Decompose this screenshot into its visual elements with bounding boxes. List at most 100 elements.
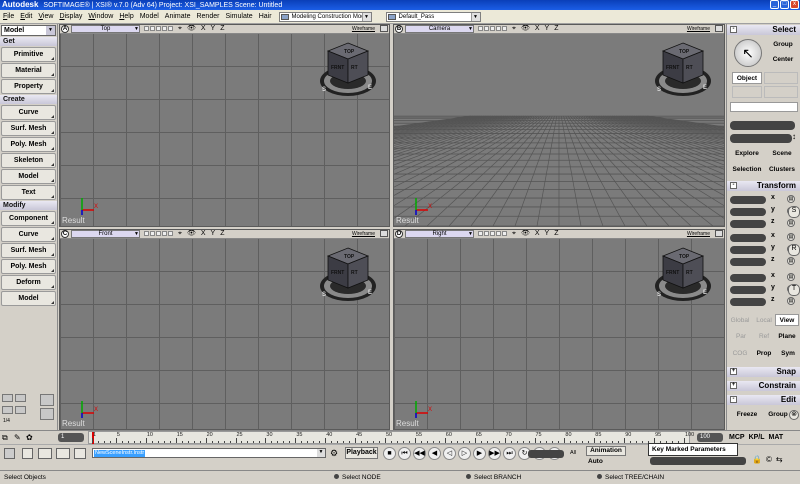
auto-key-button[interactable]: Auto [588,458,603,465]
menu-view[interactable]: View [35,13,56,20]
create-model-button[interactable]: Model [1,169,56,184]
play-backward-icon[interactable]: ◁ [443,447,456,460]
viewport-letter[interactable]: C [61,230,69,238]
modify-poly-mesh-button[interactable]: Poly. Mesh [1,259,56,274]
get-primitive-button[interactable]: Primitive [1,47,56,62]
prev-key-icon[interactable]: ◀◀ [413,447,426,460]
x-axis-toggle[interactable]: X [535,25,540,33]
ref-plane-button[interactable]: Plane [775,331,799,343]
modify-deform-button[interactable]: Deform [1,275,56,290]
clusters-button[interactable]: Clusters [765,164,799,176]
collapse-icon[interactable]: - [730,396,737,403]
module-selector[interactable]: Model ▼ [1,25,56,36]
translate-y-field[interactable] [730,286,766,294]
navigation-cube-icon[interactable]: TOP FRNT RT S E [318,39,378,99]
cog-button[interactable]: COG [730,348,750,360]
z-axis-toggle[interactable]: Z [220,25,224,33]
wrench-icon[interactable]: ⚙ [330,448,338,459]
camera-dropdown[interactable]: Right ▼ [405,230,474,238]
create-surf-mesh-button[interactable]: Surf. Mesh [1,121,56,136]
y-axis-toggle[interactable]: Y [545,25,550,33]
play-forward-icon[interactable]: ▷ [458,447,471,460]
select-center-button[interactable]: Center [767,54,799,66]
ref-local-button[interactable]: Local [753,315,775,327]
camera-icon[interactable]: ⌖ [512,25,516,33]
playback-menu-button[interactable]: Playback [345,447,378,459]
select-empty-slot[interactable] [764,72,798,84]
create-poly-mesh-button[interactable]: Poly. Mesh [1,137,56,152]
menu-animate[interactable]: Animate [162,13,194,20]
x-axis-toggle[interactable]: X [535,230,540,238]
layout-quad-button[interactable] [40,394,54,406]
display-mode-menu[interactable]: Wireframe [352,230,375,238]
select-empty-slot[interactable] [764,86,798,98]
select-arrow-tool-icon[interactable]: ↖ [734,39,762,67]
lock-icon[interactable]: ▤ [787,273,795,281]
stop-icon[interactable]: ■ [383,447,396,460]
viewport-letter[interactable]: D [395,230,403,238]
display-mode-menu[interactable]: Wireframe [352,25,375,33]
selection-filter-field[interactable] [730,121,795,130]
layout-toggle-icon[interactable] [56,448,70,459]
timeline-ruler[interactable]: 1 5 10 15 20 25 30 35 40 45 50 55 60 65 70 75 80 85 90 95 10… [88,431,694,444]
expand-icon[interactable]: + [730,382,737,389]
scale-z-field[interactable] [730,220,766,228]
maximize-button[interactable]: □ [780,0,789,9]
layout-vertical-button[interactable] [15,406,26,414]
layout-1-button[interactable] [2,406,13,414]
y-axis-toggle[interactable]: Y [211,25,216,33]
selection-history-field[interactable] [730,134,792,143]
viewport-c-front[interactable]: C Front ▼ ⌖ 👁 X Y Z Wireframe TOP FRNT RT S E X R… [59,229,390,430]
z-axis-toggle[interactable]: Z [554,230,558,238]
palette-icon[interactable]: ✿ [26,433,36,443]
mat-tab[interactable]: MAT [769,432,784,444]
modify-model-button[interactable]: Model [1,291,56,306]
copy-icon[interactable]: ⧉ [2,433,12,443]
create-skeleton-button[interactable]: Skeleton [1,153,56,168]
viewport-a-top[interactable]: A Top ▼ ⌖ 👁 X Y Z Wireframe TOP FRNT RT S E X Res… [59,24,390,227]
layout-horizontal-button[interactable] [15,394,26,402]
prop-button[interactable]: Prop [753,348,775,360]
x-axis-toggle[interactable]: X [201,230,206,238]
selection-button[interactable]: Selection [730,164,764,176]
rotate-x-field[interactable] [730,234,766,242]
ref-par-button[interactable]: Par [731,331,751,343]
scene-button[interactable]: Scene [765,148,799,160]
rotate-tool-button[interactable]: R [788,244,800,256]
viewport-b-camera[interactable]: B Camera ▼ ⌖ 👁 X Y Z Wireframe TOP FRNT RT S E X … [393,24,725,227]
layout-3-button[interactable] [40,408,54,420]
current-frame-field[interactable] [528,450,564,458]
create-curve-button[interactable]: Curve [1,105,56,120]
get-property-button[interactable]: Property [1,79,56,94]
group-button[interactable]: Group [765,409,791,421]
render-pass-dropdown[interactable]: Default_Pass ▼ [385,11,481,22]
next-key-icon[interactable]: ▶▶ [488,447,501,460]
z-axis-toggle[interactable]: Z [220,230,224,238]
select-panel-header[interactable]: - Select [727,25,800,35]
layout-toggle-icon[interactable] [74,448,86,459]
rotate-z-field[interactable] [730,258,766,266]
constrain-panel-header[interactable]: + Constrain [727,381,800,391]
animation-menu-button[interactable]: Animation [586,446,626,456]
lock-icon[interactable]: ▤ [787,219,795,227]
eye-icon[interactable]: 👁 [521,230,530,238]
eye-icon[interactable]: 👁 [187,230,196,238]
translate-x-field[interactable] [730,274,766,282]
menu-file[interactable]: File [0,13,17,20]
viewport-menu-icon[interactable] [380,230,388,237]
y-axis-toggle[interactable]: Y [211,230,216,238]
copyright-icon[interactable]: © [766,455,772,464]
visibility-checkboxes[interactable] [144,26,173,31]
menu-window[interactable]: Window [85,13,116,20]
viewport-menu-icon[interactable] [380,25,388,32]
select-empty-slot[interactable] [732,86,762,98]
display-mode-menu[interactable]: Wireframe [687,25,710,33]
preset-dropdown[interactable]: NewSceneInstr.Instr ▼ [92,448,326,458]
explore-button[interactable]: Explore [730,148,764,160]
edit-panel-header[interactable]: - Edit [727,395,800,405]
viewport-d-right[interactable]: D Right ▼ ⌖ 👁 X Y Z Wireframe TOP FRNT RT S E X R… [393,229,725,430]
modify-component-button[interactable]: Component [1,211,56,226]
select-object-button[interactable]: Object [732,72,762,84]
rotate-y-field[interactable] [730,246,766,254]
ref-view-button[interactable]: View [775,314,799,326]
